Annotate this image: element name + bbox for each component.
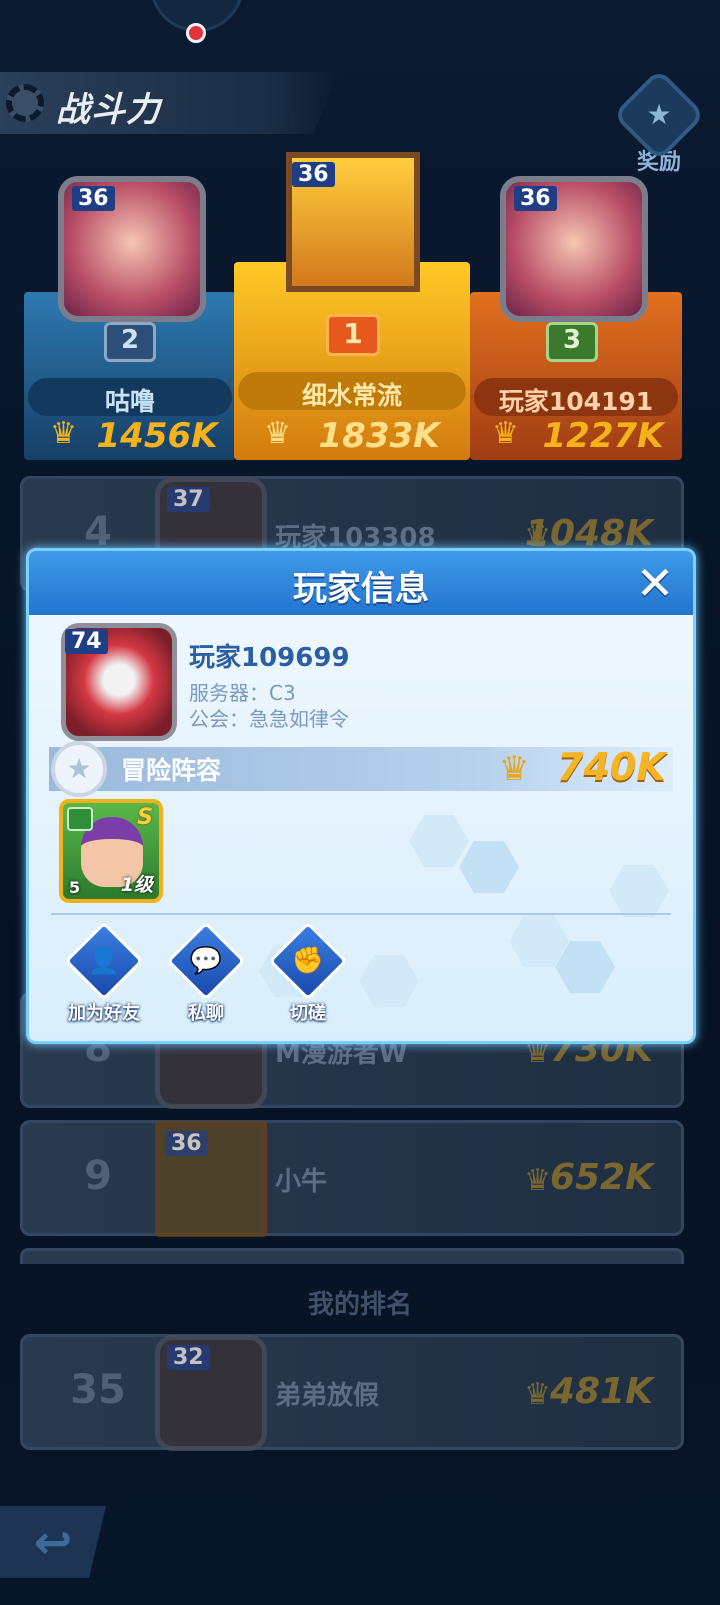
row-name: 弟弟放假 (275, 1381, 380, 1411)
rank-1-emblem: 1 (326, 314, 380, 356)
lineup-power: 740K (557, 745, 666, 789)
hero-stars: 5 (69, 878, 81, 897)
row-score: 481K (549, 1371, 653, 1412)
player-level-badge: 74 (65, 629, 108, 654)
hero-level: 1级 (120, 874, 153, 896)
power-icon: ♛ (50, 416, 77, 451)
my-rank-row[interactable]: 35 32 弟弟放假 ♛ 481K (20, 1334, 684, 1451)
podium-level-badge: 36 (514, 186, 557, 211)
tab-combat-power[interactable]: 战斗力 (0, 72, 340, 134)
reward-button[interactable]: ★ 奖励 (612, 68, 706, 178)
podium-name: 玩家104191 (498, 387, 654, 416)
ranking-row-partial (20, 1248, 684, 1264)
modal-body: 74 玩家109699 服务器：C3 公会：急急如律令 ★ 冒险阵容 ♛ 740… (29, 615, 693, 1041)
modal-header: 玩家信息 ✕ (29, 551, 693, 615)
tab-label: 战斗力 (56, 90, 161, 130)
power-icon: ♛ (492, 416, 519, 451)
back-button[interactable]: ↩ (0, 1506, 106, 1578)
divider (51, 913, 671, 915)
private-chat-label: 私聊 (188, 1003, 224, 1024)
close-icon[interactable]: ✕ (631, 559, 679, 607)
chat-bubble-icon: 💬 (189, 946, 223, 976)
row-level-badge: 36 (165, 1131, 208, 1156)
notification-dot (186, 23, 206, 43)
row-level-badge: 37 (167, 487, 210, 512)
ranking-row[interactable]: 9 36 小牛 ♛ 652K (20, 1120, 684, 1237)
add-friend-label: 加为好友 (68, 1003, 140, 1024)
podium-name: 细水常流 (301, 381, 402, 410)
hero-card[interactable]: S 5 1级 (59, 799, 163, 903)
row-score: 652K (549, 1157, 653, 1198)
player-name: 玩家109699 (189, 643, 350, 673)
power-icon: ♛ (524, 1163, 551, 1198)
row-rank: 35 (70, 1367, 126, 1413)
podium-name: 咕噜 (104, 387, 155, 416)
spar-button[interactable]: ✊ 切磋 (263, 921, 353, 1025)
power-icon: ♛ (264, 416, 291, 451)
row-level-badge: 32 (167, 1345, 210, 1370)
lineup-label: 冒险阵容 (121, 756, 222, 785)
back-arrow-icon: ↩ (33, 1515, 73, 1569)
hero-class-icon (67, 807, 93, 831)
hero-grade: S (137, 805, 153, 830)
star-emblem-icon: ★ (51, 741, 107, 797)
player-guild: 公会：急急如律令 (189, 707, 349, 731)
row-rank: 9 (84, 1153, 112, 1199)
player-info-modal: 玩家信息 ✕ 74 玩家109699 服务器：C3 公会：急急如律令 ★ 冒险阵… (26, 548, 696, 1044)
rank-3-emblem: 3 (546, 322, 598, 362)
power-icon: ♛ (499, 749, 530, 789)
modal-title: 玩家信息 (293, 569, 429, 609)
player-server: 服务器：C3 (189, 681, 296, 705)
spar-label: 切磋 (290, 1003, 326, 1024)
fist-bump-icon: ✊ (291, 946, 325, 976)
podium-level-badge: 36 (72, 186, 115, 211)
private-chat-button[interactable]: 💬 私聊 (161, 921, 251, 1025)
row-name: 小牛 (275, 1167, 328, 1197)
rank-2-emblem: 2 (104, 322, 156, 362)
add-friend-button[interactable]: 👤 加为好友 (59, 921, 149, 1025)
add-friend-icon: 👤 (87, 946, 121, 976)
power-icon: ♛ (524, 1377, 551, 1412)
podium-level-badge: 36 (292, 162, 335, 187)
my-rank-heading: 我的排名 (307, 1290, 412, 1320)
gear-icon (6, 84, 44, 122)
